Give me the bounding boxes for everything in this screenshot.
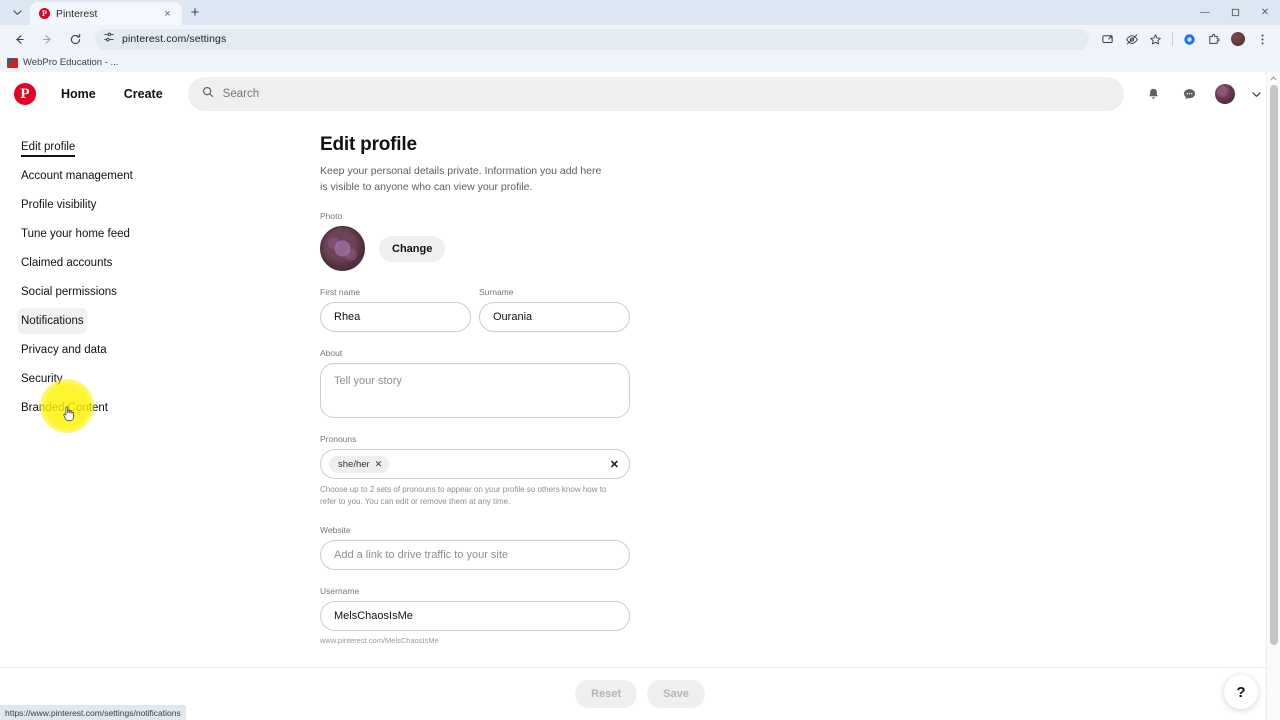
scrollbar-thumb[interactable]	[1270, 85, 1278, 645]
tab-search-chevron-down-icon[interactable]	[4, 0, 30, 25]
tab-strip: P Pinterest × + — ✕	[0, 0, 1280, 25]
browser-profile-avatar[interactable]	[1231, 32, 1245, 46]
about-textarea[interactable]: Tell your story	[320, 363, 630, 419]
sidebar-item-profile-visibility[interactable]: Profile visibility	[18, 192, 99, 218]
page-title: Edit profile	[320, 134, 417, 155]
new-tab-button[interactable]: +	[182, 0, 208, 25]
username-label: Username	[320, 585, 360, 596]
bookmark-star-icon[interactable]	[1144, 28, 1167, 50]
chevron-down-icon[interactable]	[1246, 79, 1266, 109]
help-button[interactable]: ?	[1224, 675, 1258, 709]
tab-title: Pinterest	[56, 7, 98, 20]
window-controls: — ✕	[1190, 0, 1280, 25]
pronouns-label: Pronouns	[320, 434, 357, 445]
sidebar-item-tune-your-home-feed[interactable]: Tune your home feed	[18, 221, 133, 247]
sidebar-item-edit-profile[interactable]: Edit profile	[18, 134, 78, 160]
surname-label: Surname	[479, 287, 514, 298]
name-fields: First name Rhea Surname Ourania	[320, 287, 630, 333]
search-placeholder: Search	[222, 88, 260, 100]
webpro-icon	[7, 57, 18, 68]
message-icon[interactable]	[1174, 79, 1204, 109]
first-name-input[interactable]: Rhea	[320, 302, 471, 333]
photo-field: Photo Change	[320, 211, 630, 272]
url-text: pinterest.com/settings	[122, 33, 227, 45]
close-icon[interactable]: ×	[161, 7, 174, 20]
forward-icon[interactable]	[34, 27, 60, 51]
close-icon[interactable]: ✕	[375, 459, 383, 470]
sidebar-item-notifications[interactable]: Notifications	[18, 308, 87, 334]
status-bar-url: https://www.pinterest.com/settings/notif…	[0, 705, 186, 720]
save-button[interactable]: Save	[647, 680, 705, 708]
pronoun-chip[interactable]: she/her ✕	[329, 455, 390, 473]
pronouns-input[interactable]: she/her ✕ ✕	[320, 449, 630, 480]
pronoun-chip-label: she/her	[338, 458, 370, 470]
website-input[interactable]: Add a link to drive traffic to your site	[320, 539, 630, 570]
scroll-up-icon[interactable]	[1267, 72, 1280, 85]
first-name-label: First name	[320, 287, 361, 298]
sidebar-item-privacy-and-data[interactable]: Privacy and data	[18, 337, 110, 363]
username-input[interactable]: MelsChaosIsMe	[320, 600, 630, 631]
maximize-button[interactable]	[1220, 0, 1250, 25]
sidebar-item-social-permissions[interactable]: Social permissions	[18, 279, 120, 305]
clear-pronouns-icon[interactable]: ✕	[610, 458, 619, 471]
browser-toolbar: pinterest.com/settings	[0, 25, 1280, 53]
nav-create[interactable]: Create	[113, 80, 174, 108]
website-field: Website Add a link to drive traffic to y…	[320, 525, 630, 570]
back-icon[interactable]	[6, 27, 32, 51]
username-helper-text: www.pinterest.com/MelsChaosIsMe	[320, 635, 439, 645]
page-viewport: P Home Create Search Edit profile Accoun…	[0, 72, 1280, 720]
close-window-button[interactable]: ✕	[1250, 0, 1280, 25]
bookmarks-bar: WebPro Education - ...	[0, 53, 1280, 72]
address-bar[interactable]: pinterest.com/settings	[95, 28, 1089, 50]
search-icon	[202, 85, 214, 103]
vertical-scrollbar[interactable]	[1266, 72, 1280, 720]
pronouns-field: Pronouns she/her ✕ ✕ Choose up to 2 sets…	[320, 434, 630, 509]
change-photo-button[interactable]: Change	[379, 235, 446, 262]
bookmark-item[interactable]: WebPro Education - ...	[7, 57, 118, 68]
reset-button[interactable]: Reset	[575, 680, 638, 708]
extension-blue-icon[interactable]	[1178, 28, 1201, 50]
sidebar-item-account-management[interactable]: Account management	[18, 163, 136, 189]
form-action-bar: Reset Save	[0, 667, 1280, 720]
edit-profile-form: Edit profile Keep your personal details …	[320, 134, 630, 645]
eye-off-icon[interactable]	[1120, 28, 1143, 50]
pinterest-header: P Home Create Search	[0, 72, 1280, 116]
browser-tab[interactable]: P Pinterest ×	[30, 2, 182, 25]
about-field: About Tell your story	[320, 348, 630, 419]
pinterest-logo-icon[interactable]: P	[14, 83, 36, 105]
reload-icon[interactable]	[62, 27, 88, 51]
toolbar-divider	[1172, 32, 1173, 46]
nav-home[interactable]: Home	[50, 80, 107, 108]
sidebar-item-branded-content[interactable]: Branded Content	[18, 395, 111, 421]
toolbar-actions	[1096, 28, 1274, 50]
pinterest-icon: P	[39, 8, 50, 19]
website-label: Website	[320, 524, 351, 535]
settings-body: Edit profile Account management Profile …	[0, 116, 1280, 645]
page-description: Keep your personal details private. Info…	[320, 165, 602, 193]
username-field: Username MelsChaosIsMe www.pinterest.com…	[320, 586, 630, 645]
bookmark-label: WebPro Education - ...	[23, 57, 119, 68]
sidebar-item-claimed-accounts[interactable]: Claimed accounts	[18, 250, 115, 276]
browser-window: P Pinterest × + — ✕ pinterest.com/settin…	[0, 0, 1280, 720]
cast-icon[interactable]	[1096, 28, 1119, 50]
extensions-puzzle-icon[interactable]	[1202, 28, 1225, 50]
kebab-menu-icon[interactable]	[1251, 28, 1274, 50]
settings-sidebar: Edit profile Account management Profile …	[0, 134, 320, 645]
tune-icon[interactable]	[103, 30, 115, 48]
bell-icon[interactable]	[1138, 79, 1168, 109]
photo-label: Photo	[320, 211, 343, 222]
avatar[interactable]	[1210, 79, 1240, 109]
about-label: About	[320, 348, 343, 359]
surname-input[interactable]: Ourania	[479, 302, 630, 333]
profile-photo[interactable]	[320, 226, 365, 272]
minimize-button[interactable]: —	[1190, 0, 1220, 25]
pronouns-helper-text: Choose up to 2 sets of pronouns to appea…	[320, 485, 607, 507]
sidebar-item-security[interactable]: Security	[18, 366, 66, 392]
search-input[interactable]: Search	[187, 77, 1124, 111]
